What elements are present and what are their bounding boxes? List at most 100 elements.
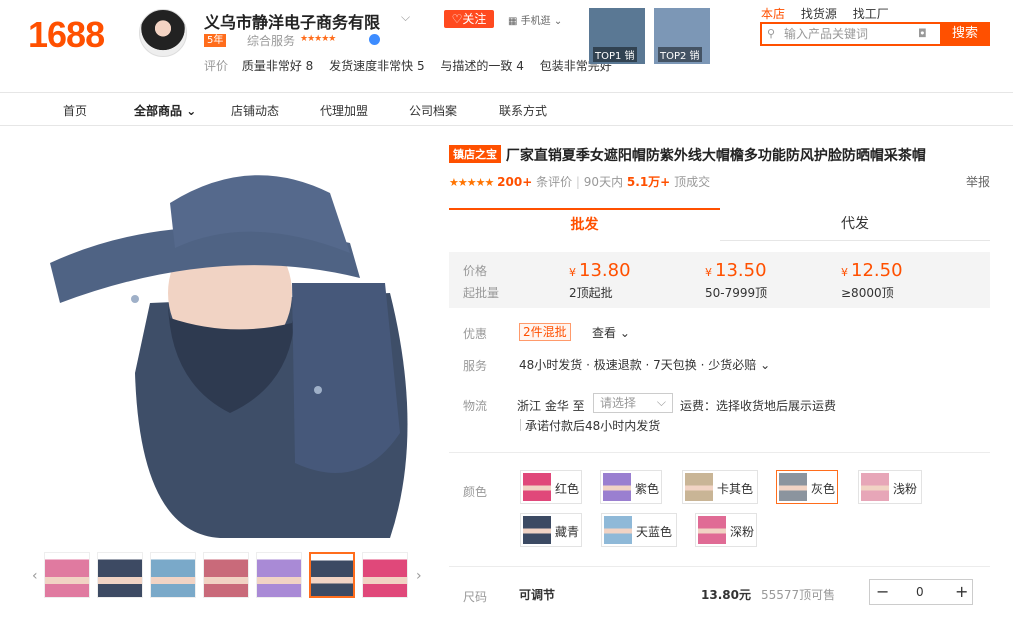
color-swatch [861,473,889,501]
shop-avatar[interactable] [139,9,187,57]
product-title-text: 厂家直销夏季女遮阳帽防紫外线大帽檐多功能防风护脸防晒帽采茶帽 [505,148,926,164]
destination-select[interactable]: 请选择 ⌵ [593,393,673,413]
color-option[interactable]: 卡其色 [682,470,758,504]
tab-dropship[interactable]: 代发 [720,209,990,241]
logistics-label: 物流 [463,399,488,413]
search-input[interactable]: 输入产品关键词 [760,22,940,46]
size-value: 可调节 [519,588,556,602]
color-option[interactable]: 天蓝色 [601,513,677,547]
review-label: 条评价 [536,175,573,189]
color-option[interactable]: 浅粉 [858,470,922,504]
thumbnail[interactable] [203,552,249,598]
divider [520,419,521,431]
size-price: 13.80元 [701,588,751,602]
search-tab-source[interactable]: 找货源 [801,7,837,21]
plus-button[interactable]: + [955,582,968,601]
color-name: 紫色 [635,482,660,496]
top-product-1[interactable]: TOP1 销 [589,8,645,64]
heart-icon: ♡ [451,12,463,26]
nav-all-products-label: 全部商品 [134,104,183,118]
color-swatch [523,516,551,544]
thumbnail[interactable] [97,552,143,598]
verified-icon [369,34,380,45]
thumbnail-strip: ‹ › [28,552,432,602]
follow-button[interactable]: ♡关注 [444,10,494,28]
color-option[interactable]: 红色 [520,470,582,504]
mobile-link[interactable]: ▦ 手机逛 ⌄ [508,12,562,27]
thumbnail[interactable] [256,552,302,598]
site-logo[interactable]: 1688 [28,14,105,56]
rating-item: 质量非常好 8 [241,59,314,73]
thumbnail[interactable] [150,552,196,598]
color-swatch [604,516,632,544]
color-option[interactable]: 藏青 [520,513,582,547]
tier-price-value: 13.80 [579,260,631,281]
price-panel: 价格 起批量 ¥13.80 2顶起批 ¥13.50 50-7999顶 ¥12.5… [449,252,990,308]
color-option[interactable]: 灰色 [776,470,838,504]
nav-agency[interactable]: 代理加盟 [320,102,368,119]
top-product-label: TOP2 销 [658,47,702,62]
shop-nav: 首页 全部商品 ⌄ 店铺动态 代理加盟 公司档案 联系方式 [0,93,1013,125]
color-name: 深粉 [730,525,755,539]
color-name: 卡其色 [717,482,754,496]
nav-news[interactable]: 店铺动态 [231,102,279,119]
thumbnail[interactable] [44,552,90,598]
quantity-stepper: − 0 + [869,579,973,605]
chevron-right-icon[interactable]: › [416,568,422,584]
thumbnail[interactable] [309,552,355,598]
currency: ¥ [569,266,576,279]
tier-qty: 50-7999顶 [705,286,768,300]
quantity-input[interactable]: 0 [916,585,924,599]
rating-item: 发货速度非常快 5 [329,59,425,73]
top-product-label: TOP1 销 [593,47,637,62]
service-guarantees[interactable]: 48小时发货 · 极速退款 · 7天包换 · 少货必赔 ⌄ [519,356,770,373]
nav-all-products[interactable]: 全部商品 ⌄ [134,102,196,119]
ship-promise: 承诺付款后48小时内发货 [525,419,661,433]
review-count[interactable]: 200+ [497,175,532,189]
chevron-left-icon[interactable]: ‹ [32,568,38,584]
color-option[interactable]: 深粉 [695,513,757,547]
nav-home[interactable]: 首页 [63,102,87,119]
nav-contact[interactable]: 联系方式 [499,102,547,119]
search-tab-shop[interactable]: 本店 [761,7,785,21]
search-icon: ⚲ [767,27,776,40]
freight-note: 运费：选择收货地后展示运费 [680,399,837,413]
chevron-down-icon: ⌄ [616,326,630,340]
qrcode-icon: ▦ [508,16,521,27]
color-swatch [698,516,726,544]
chevron-down-icon: ⌄ [182,104,197,118]
search-tab-factory[interactable]: 找工厂 [853,7,889,21]
color-option[interactable]: 紫色 [600,470,662,504]
nav-profile[interactable]: 公司档案 [409,102,457,119]
tab-wholesale[interactable]: 批发 [449,208,720,241]
report-link[interactable]: 举报 [966,173,990,190]
review-row: ★★★★★ 200+ 条评价 | 90天内 5.1万+ 顶成交 [449,175,711,189]
camera-icon[interactable]: ◘ [918,27,927,40]
chevron-down-icon[interactable]: ⌵ [401,10,410,25]
color-name: 红色 [555,482,580,496]
tier-qty: 2顶起批 [569,286,613,300]
shop-name[interactable]: 义乌市静洋电子商务有限 [204,9,380,33]
search-button[interactable]: 搜索 [940,22,990,46]
rating-item: 与描述的一致 4 [440,59,524,73]
minus-button[interactable]: − [876,582,889,601]
color-swatch [685,473,713,501]
follow-label: 关注 [462,12,487,26]
tier-price-value: 13.50 [715,260,767,281]
currency: ¥ [841,266,848,279]
nav-divider [0,125,1013,126]
color-name: 浅粉 [893,482,918,496]
moq-label: 起批量 [463,286,500,300]
thumbnail[interactable] [362,552,408,598]
color-name: 灰色 [811,482,836,496]
view-promo-label: 查看 [592,326,617,340]
chevron-down-icon: ⌵ [656,395,666,409]
product-main-image[interactable] [30,133,430,543]
service-stars: ★★★★★ [300,34,336,44]
top-product-2[interactable]: TOP2 销 [654,8,710,64]
tier-qty: ≥8000顶 [841,286,894,300]
store-treasure-badge: 镇店之宝 [449,145,501,163]
chevron-down-icon: ⌄ [756,358,771,372]
view-promo-link[interactable]: 查看 ⌄ [592,324,630,341]
service-label: 综合服务 [247,34,296,48]
